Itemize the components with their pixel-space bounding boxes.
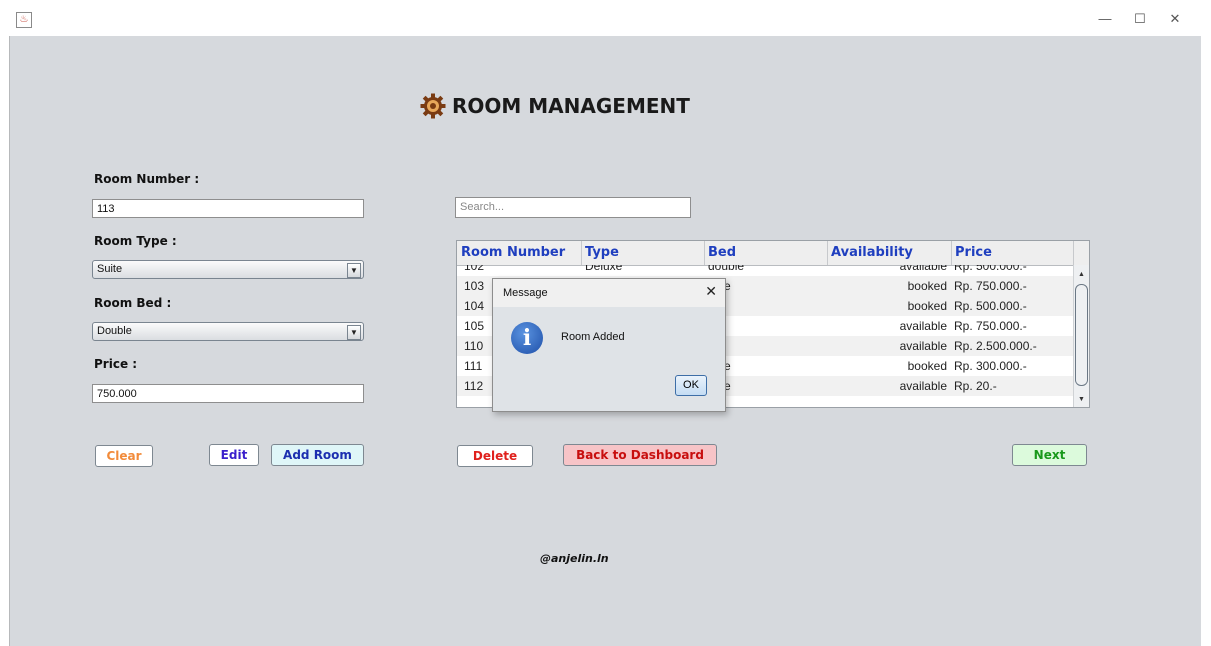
column-header-room-number[interactable]: Room Number bbox=[461, 245, 565, 261]
window-titlebar: ♨ — ☐ ✕ bbox=[0, 0, 1211, 36]
column-header-bed[interactable]: Bed bbox=[708, 245, 736, 261]
cell-price: Rp. 750.000.- bbox=[954, 279, 1027, 293]
back-to-dashboard-button[interactable]: Back to Dashboard bbox=[563, 444, 717, 466]
minimize-button[interactable]: — bbox=[1090, 8, 1120, 30]
cell-room-number: 112 bbox=[464, 379, 484, 393]
cell-price: Rp. 300.000.- bbox=[954, 359, 1027, 373]
room-type-value: Suite bbox=[97, 263, 123, 275]
cell-room-number: 111 bbox=[464, 359, 483, 373]
column-header-availability[interactable]: Availability bbox=[831, 245, 913, 261]
delete-button[interactable]: Delete bbox=[457, 445, 533, 467]
cell-room-number: 102 bbox=[464, 265, 485, 273]
cell-room-number: 104 bbox=[464, 299, 485, 313]
cell-room-number: 103 bbox=[464, 279, 485, 293]
add-room-button[interactable]: Add Room bbox=[271, 444, 364, 466]
table-header: Room Number Type Bed Availability Price bbox=[457, 241, 1089, 266]
close-window-button[interactable]: ✕ bbox=[1160, 8, 1190, 30]
room-number-input[interactable]: 113 bbox=[92, 199, 364, 218]
scroll-up-icon[interactable]: ▲ bbox=[1074, 268, 1089, 282]
column-header-price[interactable]: Price bbox=[955, 245, 992, 261]
column-header-type[interactable]: Type bbox=[585, 245, 619, 261]
cell-price: Rp. 500.000.- bbox=[954, 299, 1027, 313]
clear-button[interactable]: Clear bbox=[95, 445, 153, 467]
scroll-down-icon[interactable]: ▼ bbox=[1074, 393, 1089, 407]
room-type-label: Room Type : bbox=[94, 234, 177, 248]
info-icon: i bbox=[511, 322, 543, 354]
search-input[interactable]: Search... bbox=[455, 197, 691, 218]
price-input[interactable]: 750.000 bbox=[92, 384, 364, 403]
page-title: ROOM MANAGEMENT bbox=[420, 93, 690, 119]
room-bed-value: Double bbox=[97, 325, 132, 337]
ok-button[interactable]: OK bbox=[675, 375, 707, 396]
dialog-title: Message bbox=[503, 287, 548, 299]
scrollbar-thumb[interactable] bbox=[1075, 284, 1088, 386]
room-bed-select[interactable]: Double ▼ bbox=[92, 322, 364, 341]
cell-availability: available bbox=[899, 265, 947, 273]
table-row[interactable]: 102 Deluxe double available Rp. 500.000.… bbox=[457, 265, 1073, 276]
cell-availability: booked bbox=[907, 359, 947, 373]
close-icon[interactable]: ✕ bbox=[705, 283, 717, 300]
chevron-down-icon[interactable]: ▼ bbox=[347, 263, 361, 278]
cell-type: Deluxe bbox=[585, 265, 623, 273]
cell-room-number: 110 bbox=[464, 339, 484, 353]
edit-button[interactable]: Edit bbox=[209, 444, 259, 466]
java-app-icon: ♨ bbox=[16, 12, 32, 28]
cell-availability: available bbox=[899, 379, 947, 393]
message-dialog: Message ✕ i Room Added OK bbox=[492, 278, 726, 412]
maximize-button[interactable]: ☐ bbox=[1125, 8, 1155, 30]
page-title-text: ROOM MANAGEMENT bbox=[452, 94, 690, 118]
footer-credit: @anjelin.ln bbox=[540, 552, 609, 565]
room-type-select[interactable]: Suite ▼ bbox=[92, 260, 364, 279]
cell-availability: booked bbox=[907, 299, 947, 313]
chevron-down-icon[interactable]: ▼ bbox=[347, 325, 361, 340]
cell-price: Rp. 20.- bbox=[954, 379, 997, 393]
cell-price: Rp. 750.000.- bbox=[954, 319, 1027, 333]
cell-room-number: 105 bbox=[464, 319, 485, 333]
cell-price: Rp. 2.500.000.- bbox=[954, 339, 1037, 353]
room-bed-label: Room Bed : bbox=[94, 296, 172, 310]
dialog-message: Room Added bbox=[561, 331, 625, 343]
cell-price: Rp. 500.000.- bbox=[954, 265, 1027, 273]
next-button[interactable]: Next bbox=[1012, 444, 1087, 466]
room-number-label: Room Number : bbox=[94, 172, 200, 186]
cell-availability: available bbox=[899, 339, 947, 353]
cell-availability: available bbox=[899, 319, 947, 333]
cell-availability: booked bbox=[907, 279, 947, 293]
price-label: Price : bbox=[94, 357, 138, 371]
cell-bed: double bbox=[708, 265, 745, 273]
dialog-body: i Room Added OK bbox=[493, 307, 725, 411]
table-scrollbar[interactable]: ▲ ▼ bbox=[1073, 265, 1089, 407]
gear-icon bbox=[420, 93, 446, 119]
